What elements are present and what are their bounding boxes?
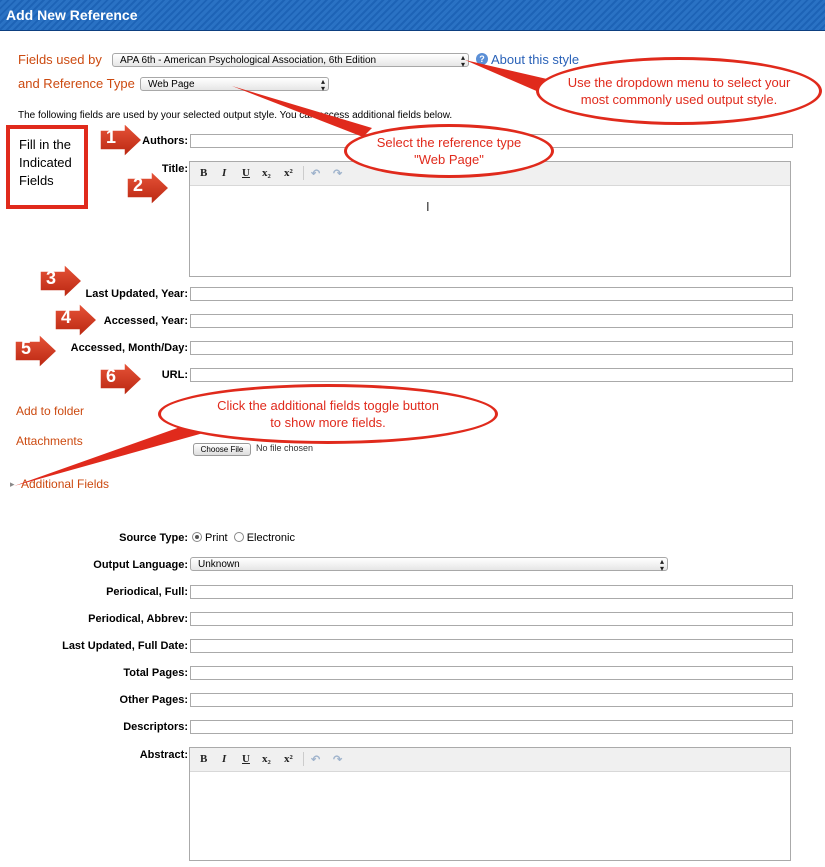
marker-number: 4 — [61, 307, 72, 327]
marker-number: 3 — [46, 268, 57, 288]
output-style-callout-text: Use the dropdown menu to select your mos… — [567, 75, 791, 107]
marker-number: 2 — [133, 175, 144, 195]
marker-4-arrow-icon: 4 — [53, 301, 99, 339]
ref-type-pointer — [232, 86, 372, 137]
output-style-callout: Use the dropdown menu to select your mos… — [536, 57, 822, 125]
marker-5-arrow-icon: 5 — [13, 332, 59, 370]
marker-3-arrow-icon: 3 — [38, 262, 84, 300]
additional-fields-callout: Click the additional fields toggle butto… — [158, 384, 498, 444]
marker-2-arrow-icon: 2 — [125, 169, 171, 207]
ref-type-callout-text: Select the reference type "Web Page" — [376, 135, 522, 167]
ref-type-callout: Select the reference type "Web Page" — [344, 124, 554, 178]
marker-1-arrow-icon: 1 — [98, 121, 144, 159]
marker-number: 5 — [21, 338, 32, 358]
marker-number: 1 — [106, 127, 117, 147]
additional-fields-pointer — [14, 420, 207, 486]
marker-number: 6 — [106, 366, 117, 386]
marker-6-arrow-icon: 6 — [98, 360, 144, 398]
additional-fields-callout-text: Click the additional fields toggle butto… — [217, 398, 439, 430]
